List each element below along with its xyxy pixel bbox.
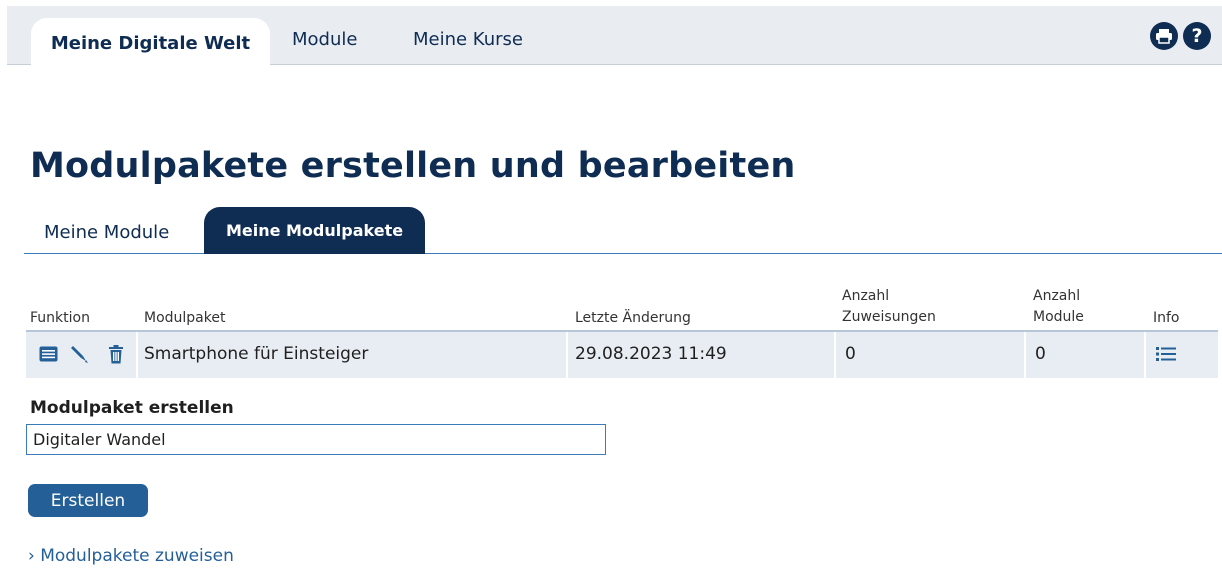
create-button[interactable]: Erstellen (28, 484, 148, 517)
cell-modulpaket[interactable]: Smartphone für Einsteiger (144, 344, 368, 364)
view-icon[interactable] (38, 344, 58, 364)
print-icon[interactable] (1150, 22, 1178, 50)
header-letzte-aenderung: Letzte Änderung (575, 310, 691, 326)
column-divider (566, 332, 568, 378)
cell-anzahl-zuweisungen: 0 (845, 344, 856, 364)
tab-meine-digitale-welt[interactable]: Meine Digitale Welt (31, 18, 270, 65)
tab-meine-module[interactable]: Meine Module (44, 222, 169, 243)
header-anzahl-module-line1: Anzahl (1033, 288, 1081, 304)
column-divider (1144, 332, 1146, 378)
list-icon[interactable] (1155, 344, 1177, 364)
print-icon-glyph (1156, 29, 1172, 44)
column-divider (136, 332, 138, 378)
header-funktion: Funktion (30, 310, 90, 326)
tab-meine-kurse[interactable]: Meine Kurse (413, 29, 523, 50)
delete-icon[interactable] (106, 344, 126, 364)
column-divider (1024, 332, 1026, 378)
edit-icon[interactable] (68, 344, 90, 364)
header-modulpaket: Modulpaket (144, 310, 226, 326)
sub-tab-bar: Meine Module Meine Modulpakete (24, 205, 1222, 254)
header-info: Info (1153, 310, 1180, 326)
header-anzahl-zuweisungen-line2: Zuweisungen (842, 309, 936, 325)
assign-modulpakete-link[interactable]: › Modulpakete zuweisen (28, 546, 234, 566)
modulpaket-name-input[interactable] (26, 424, 606, 455)
page-title: Modulpakete erstellen und bearbeiten (30, 146, 796, 186)
cell-anzahl-module: 0 (1035, 344, 1046, 364)
top-navigation: Meine Digitale Welt Module Meine Kurse ? (7, 6, 1222, 65)
create-form-label: Modulpaket erstellen (30, 398, 234, 418)
column-divider (834, 332, 836, 378)
tab-module[interactable]: Module (292, 29, 357, 50)
help-icon[interactable]: ? (1183, 22, 1211, 50)
header-anzahl-zuweisungen-line1: Anzahl (842, 288, 890, 304)
tab-meine-modulpakete[interactable]: Meine Modulpakete (204, 207, 425, 254)
cell-letzte-aenderung: 29.08.2023 11:49 (575, 344, 727, 364)
header-anzahl-module-line2: Module (1033, 309, 1084, 325)
